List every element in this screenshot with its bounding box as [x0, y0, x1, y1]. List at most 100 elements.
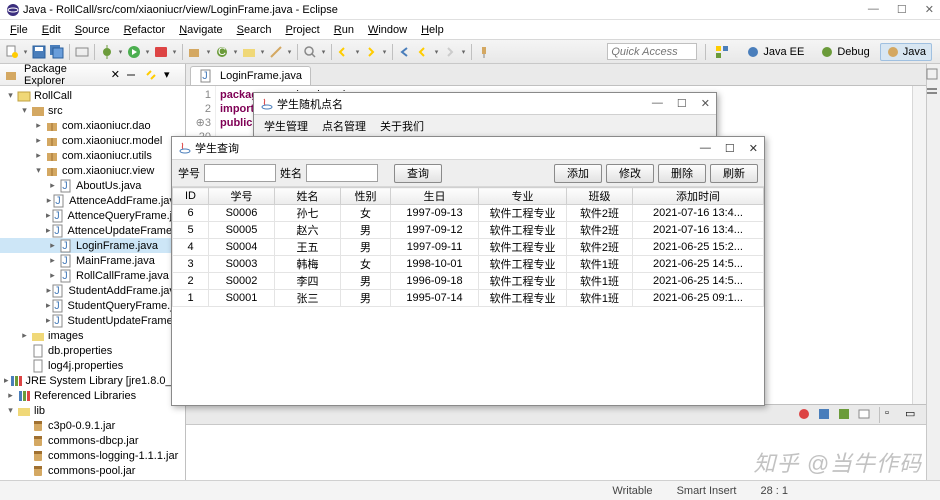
table-row[interactable]: 1S0001张三男1995-07-14软件工程专业软件1班2021-06-25 … [173, 290, 764, 307]
tree-node[interactable]: ▾RollCall [0, 88, 185, 103]
fwd-icon[interactable] [442, 44, 458, 60]
tree-node[interactable]: db.properties [0, 343, 185, 358]
javadoc-icon[interactable] [817, 407, 831, 421]
tree-node[interactable]: commons-dbcp.jar [0, 433, 185, 448]
tree-node[interactable]: ▾com.xiaoniucr.view [0, 163, 185, 178]
quick-access-input[interactable] [607, 43, 697, 60]
tree-node[interactable]: ▸JRollCallFrame.java [0, 268, 185, 283]
tree-node[interactable]: ▸JMainFrame.java [0, 253, 185, 268]
max-icon[interactable]: ▭ [905, 407, 919, 421]
menu-refactor[interactable]: Refactor [118, 22, 172, 38]
table-header[interactable]: 性别 [341, 188, 391, 205]
tree-node[interactable]: ▸JStudentAddFrame.java [0, 283, 185, 298]
tree-node[interactable]: commons-pool.jar [0, 463, 185, 478]
tree-node[interactable]: ▸JRE System Library [jre1.8.0_19 [0, 373, 185, 388]
debug-icon[interactable] [99, 44, 115, 60]
last-edit-icon[interactable] [397, 44, 413, 60]
collapse-all-icon[interactable] [124, 68, 138, 82]
tree-node[interactable]: commons-logging-1.1.1.jar [0, 448, 185, 463]
input-sno[interactable] [204, 164, 276, 182]
table-row[interactable]: 5S0005赵六男1997-09-12软件工程专业软件2班2021-07-16 … [173, 222, 764, 239]
minimize-icon[interactable]: — [652, 97, 663, 110]
tree-node[interactable]: ▸images [0, 328, 185, 343]
editor-tab[interactable]: J LoginFrame.java [190, 66, 311, 85]
new-icon[interactable] [4, 44, 20, 60]
console-icon[interactable] [857, 407, 871, 421]
minimize-icon[interactable]: — [868, 3, 879, 16]
tasklist-icon[interactable] [926, 86, 938, 98]
toggle-icon[interactable] [74, 44, 90, 60]
table-header[interactable]: 生日 [391, 188, 479, 205]
tree-node[interactable]: ▾src [0, 103, 185, 118]
package-tree[interactable]: ▾RollCall▾src▸com.xiaoniucr.dao▸com.xiao… [0, 86, 185, 484]
table-row[interactable]: 6S0006孙七女1997-09-13软件工程专业软件2班2021-07-16 … [173, 205, 764, 222]
perspective-debug[interactable]: Debug [814, 43, 875, 61]
edit-button[interactable]: 修改 [606, 164, 654, 183]
table-header[interactable]: 学号 [209, 188, 275, 205]
menu-edit[interactable]: Edit [36, 22, 67, 38]
link-editor-icon[interactable] [144, 68, 158, 82]
tree-node[interactable]: ▸Referenced Libraries [0, 388, 185, 403]
maximize-icon[interactable]: ☐ [725, 142, 735, 155]
menu-file[interactable]: File [4, 22, 34, 38]
tree-node[interactable]: ▸JAboutUs.java [0, 178, 185, 193]
close-icon[interactable]: ✕ [749, 142, 758, 155]
menu-source[interactable]: Source [69, 22, 116, 38]
add-button[interactable]: 添加 [554, 164, 602, 183]
close-icon[interactable]: ✕ [925, 3, 934, 16]
rollcall-menu-item[interactable]: 关于我们 [380, 118, 424, 134]
outline-icon[interactable] [926, 68, 938, 80]
new-class-icon[interactable]: C [214, 44, 230, 60]
next-ann-icon[interactable] [363, 44, 379, 60]
rollcall-menu-item[interactable]: 点名管理 [322, 118, 366, 134]
table-header[interactable]: 姓名 [275, 188, 341, 205]
maximize-icon[interactable]: ☐ [897, 3, 907, 16]
tree-node[interactable]: ▸JAttenceAddFrame.java [0, 193, 185, 208]
new-pkg-icon[interactable] [187, 44, 203, 60]
min-icon[interactable]: ▫ [885, 407, 899, 421]
menu-search[interactable]: Search [231, 22, 278, 38]
delete-button[interactable]: 删除 [658, 164, 706, 183]
tree-node[interactable]: ▾lib [0, 403, 185, 418]
new-folder-icon[interactable] [241, 44, 257, 60]
table-header[interactable]: 班级 [567, 188, 633, 205]
refresh-button[interactable]: 刷新 [710, 164, 758, 183]
tree-node[interactable]: ▸JStudentQueryFrame.java [0, 298, 185, 313]
tree-node[interactable]: ▸com.xiaoniucr.model [0, 133, 185, 148]
tree-node[interactable]: log4j.properties [0, 358, 185, 373]
prev-ann-icon[interactable] [336, 44, 352, 60]
wand-icon[interactable] [268, 44, 284, 60]
tree-node[interactable]: ▸com.xiaoniucr.utils [0, 148, 185, 163]
tree-node[interactable]: c3p0-0.9.1.jar [0, 418, 185, 433]
table-header[interactable]: 添加时间 [633, 188, 764, 205]
save-icon[interactable] [31, 44, 47, 60]
menu-help[interactable]: Help [415, 22, 450, 38]
tree-node[interactable]: ▸com.xiaoniucr.dao [0, 118, 185, 133]
perspective-java-ee[interactable]: Java EE [740, 43, 810, 61]
table-row[interactable]: 2S0002李四男1996-09-18软件工程专业软件1班2021-06-25 … [173, 273, 764, 290]
run-ext-icon[interactable] [153, 44, 169, 60]
back-icon[interactable] [415, 44, 431, 60]
save-all-icon[interactable] [49, 44, 65, 60]
run-icon[interactable] [126, 44, 142, 60]
tree-node[interactable]: ▸JAttenceUpdateFrame.java [0, 223, 185, 238]
input-name[interactable] [306, 164, 378, 182]
menu-project[interactable]: Project [280, 22, 326, 38]
table-header[interactable]: ID [173, 188, 209, 205]
open-perspective-icon[interactable] [714, 44, 730, 60]
rollcall-menu-item[interactable]: 学生管理 [264, 118, 308, 134]
decl-icon[interactable] [837, 407, 851, 421]
tree-node[interactable]: ▸JAttenceQueryFrame.java [0, 208, 185, 223]
menu-navigate[interactable]: Navigate [173, 22, 228, 38]
table-row[interactable]: 4S0004王五男1997-09-11软件工程专业软件2班2021-06-25 … [173, 239, 764, 256]
menu-window[interactable]: Window [362, 22, 413, 38]
tree-node[interactable]: ▸JLoginFrame.java [0, 238, 185, 253]
pin-icon[interactable] [476, 44, 492, 60]
tree-node[interactable]: ▸JStudentUpdateFrame.java [0, 313, 185, 328]
student-table[interactable]: ID学号姓名性别生日专业班级添加时间6S0006孙七女1997-09-13软件工… [172, 187, 764, 405]
search-icon[interactable] [302, 44, 318, 60]
close-icon[interactable]: ✕ [701, 97, 710, 110]
table-header[interactable]: 专业 [479, 188, 567, 205]
minimize-icon[interactable]: — [700, 142, 711, 155]
menu-run[interactable]: Run [328, 22, 360, 38]
